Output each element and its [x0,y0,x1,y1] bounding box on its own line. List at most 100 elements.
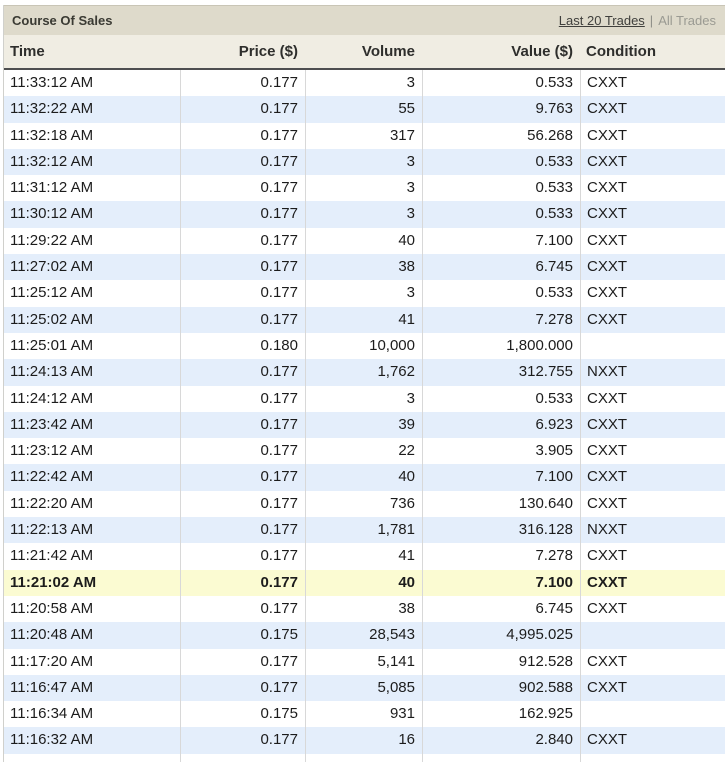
cell-price: 0.177 [180,464,305,490]
cell-time: 11:22:20 AM [4,491,180,517]
cell-volume: 1,781 [305,517,422,543]
cell-value: 0.533 [422,175,580,201]
cell-time: 11:27:02 AM [4,254,180,280]
cell-time: 11:25:01 AM [4,333,180,359]
cell-time: 11:16:47 AM [4,675,180,701]
table-row[interactable]: 11:24:12 AM 0.177 3 0.533 CXXT [4,386,725,412]
cell-volume: 10,000 [305,333,422,359]
table-row[interactable]: 11:25:02 AM 0.177 41 7.278 CXXT [4,307,725,333]
table-row[interactable]: 11:16:47 AM 0.177 5,085 902.588 CXXT [4,675,725,701]
cell-time: 11:29:22 AM [4,228,180,254]
cell-value: 7.100 [422,228,580,254]
table-row[interactable]: 11:25:12 AM 0.177 3 0.533 CXXT [4,280,725,306]
table-row[interactable]: 11:23:42 AM 0.177 39 6.923 CXXT [4,412,725,438]
table-row[interactable]: 11:24:13 AM 0.177 1,762 312.755 NXXT [4,359,725,385]
cell-volume: 28,543 [305,622,422,648]
cell-volume: 22 [305,438,422,464]
cell-condition: CXXT [580,201,725,227]
cell-time: 11:24:12 AM [4,386,180,412]
cell-price: 0.177 [180,307,305,333]
cell-value: 4,995.025 [422,622,580,648]
column-header-value: Value ($) [422,35,580,68]
cell-condition [580,333,725,359]
table-row[interactable]: 11:20:48 AM 0.175 28,543 4,995.025 [4,622,725,648]
cell-condition: CXXT [580,280,725,306]
cell-volume: 55 [305,96,422,122]
table-row[interactable]: 11:17:20 AM 0.177 5,141 912.528 CXXT [4,649,725,675]
cell-value: 7.100 [422,464,580,490]
cell-price: 0.180 [180,333,305,359]
cell-condition: NXXT [580,517,725,543]
table-row[interactable]: 11:32:22 AM 0.177 55 9.763 CXXT [4,96,725,122]
cell-value: 1,800.000 [422,333,580,359]
table-header-row: Time Price ($) Volume Value ($) Conditio… [4,35,725,70]
table-row[interactable]: 11:16:34 AM 0.175 931 162.925 [4,701,725,727]
last-20-trades-link[interactable]: Last 20 Trades [559,13,645,28]
table-row[interactable]: 11:20:58 AM 0.177 38 6.745 CXXT [4,596,725,622]
cell-value: 0.533 [422,149,580,175]
table-row[interactable]: 11:22:42 AM 0.177 40 7.100 CXXT [4,464,725,490]
table-row[interactable]: 11:32:12 AM 0.177 3 0.533 CXXT [4,149,725,175]
table-row[interactable]: 11:29:22 AM 0.177 40 7.100 CXXT [4,228,725,254]
table-row[interactable]: 11:30:12 AM 0.177 3 0.533 CXXT [4,201,725,227]
cell-volume: 1,762 [305,359,422,385]
cell-volume: 41 [305,307,422,333]
cell-time: 11:22:42 AM [4,464,180,490]
all-trades-link[interactable]: All Trades [658,13,716,28]
cell-value: 6.923 [422,412,580,438]
cell-condition [580,622,725,648]
cell-volume: 5,141 [305,649,422,675]
table-row[interactable]: 11:31:12 AM 0.177 3 0.533 CXXT [4,175,725,201]
cell-time: 11:25:12 AM [4,280,180,306]
widget-title: Course Of Sales [12,13,112,28]
cell-price: 0.177 [180,570,305,596]
cell-value: 6.745 [422,254,580,280]
cell-price: 0.177 [180,649,305,675]
cell-value: 2.840 [422,727,580,753]
cell-value: 0.533 [422,70,580,96]
cell-price: 0.177 [180,675,305,701]
cell-time: 11:23:42 AM [4,412,180,438]
cell-time: 11:33:12 AM [4,70,180,96]
cell-time: 11:16:34 AM [4,701,180,727]
cell-price: 0.175 [180,701,305,727]
cell-price: 0.177 [180,175,305,201]
cell-price: 0.177 [180,254,305,280]
cell-price: 0.177 [180,201,305,227]
cell-volume: 3 [305,201,422,227]
cell-condition [580,701,725,727]
trades-view-switcher: Last 20 Trades | All Trades [559,13,716,28]
cell-volume: 38 [305,254,422,280]
cell-value: 6.745 [422,596,580,622]
cell-condition: CXXT [580,570,725,596]
table-row[interactable]: 11:33:12 AM 0.177 3 0.533 CXXT [4,70,725,96]
table-row[interactable]: 11:16:32 AM 0.177 16 2.840 CXXT [4,727,725,753]
table-row[interactable]: 11:23:12 AM 0.177 22 3.905 CXXT [4,438,725,464]
titlebar: Course Of Sales Last 20 Trades | All Tra… [4,5,725,35]
cell-volume: 40 [305,464,422,490]
table-row[interactable]: 11:22:13 AM 0.177 1,781 316.128 NXXT [4,517,725,543]
table-row[interactable]: 11:22:20 AM 0.177 736 130.640 CXXT [4,491,725,517]
cell-condition: CXXT [580,464,725,490]
cell-price: 0.177 [180,517,305,543]
cell-price: 0.177 [180,543,305,569]
column-header-price: Price ($) [180,35,305,68]
cell-price: 0.177 [180,412,305,438]
cell-time: 11:21:42 AM [4,543,180,569]
cell-condition: CXXT [580,675,725,701]
cell-time: 11:32:12 AM [4,149,180,175]
table-row[interactable]: 11:32:18 AM 0.177 317 56.268 CXXT [4,123,725,149]
cell-volume: 38 [305,596,422,622]
cell-volume: 3 [305,280,422,306]
table-row[interactable]: 11:27:02 AM 0.177 38 6.745 CXXT [4,254,725,280]
cell-time: 11:32:18 AM [4,123,180,149]
table-row[interactable]: 11:21:42 AM 0.177 41 7.278 CXXT [4,543,725,569]
cell-condition: CXXT [580,543,725,569]
cell-price: 0.177 [180,280,305,306]
table-row[interactable]: 11:21:02 AM 0.177 40 7.100 CXXT [4,570,725,596]
cell-value: 3.905 [422,438,580,464]
cell-volume: 40 [305,228,422,254]
cell-volume: 39 [305,412,422,438]
cell-value: 0.533 [422,201,580,227]
table-row[interactable]: 11:25:01 AM 0.180 10,000 1,800.000 [4,333,725,359]
